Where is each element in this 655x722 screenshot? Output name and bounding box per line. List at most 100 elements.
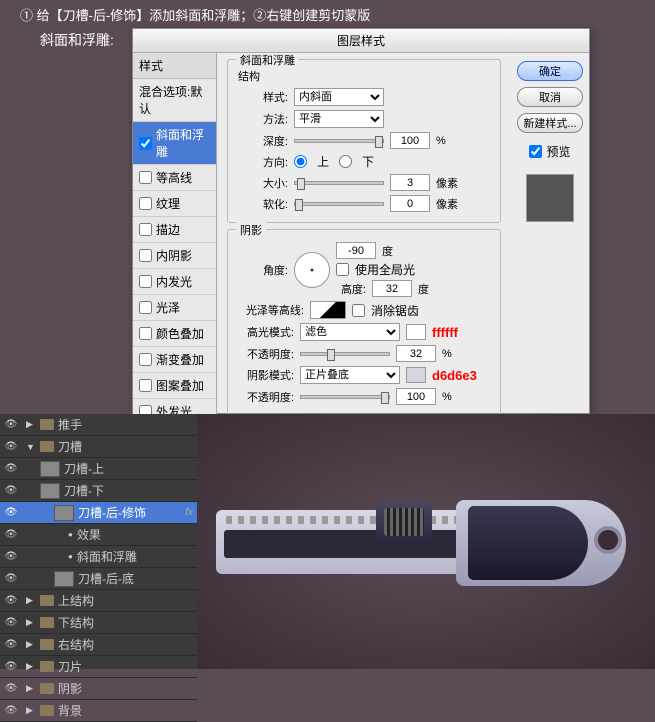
shadow-opacity-value[interactable] [396, 388, 436, 405]
new-style-button[interactable]: 新建样式... [517, 113, 583, 133]
depth-slider[interactable] [294, 139, 384, 143]
expand-icon[interactable]: ▶ [26, 595, 36, 606]
visibility-icon[interactable]: 👁 [4, 660, 18, 674]
shading-title: 阴影 [236, 222, 266, 238]
visibility-icon[interactable]: 👁 [4, 616, 18, 630]
soften-value[interactable] [390, 195, 430, 212]
bevel-checkbox[interactable] [139, 137, 152, 150]
angle-unit: 度 [382, 243, 393, 259]
visibility-icon[interactable]: 👁 [4, 528, 18, 542]
antialias-label: 消除锯齿 [371, 302, 419, 319]
layer-row[interactable]: 👁 ▶ 刀片 [0, 656, 197, 678]
layer-row[interactable]: 👁刀槽-上 [0, 458, 197, 480]
visibility-icon[interactable]: 👁 [4, 704, 18, 718]
ok-button[interactable]: 确定 [517, 61, 583, 81]
expand-icon[interactable]: ▶ [26, 683, 36, 694]
satin-item[interactable]: 光泽 [133, 295, 216, 321]
layers-panel: 👁▶推手👁▼刀槽👁刀槽-上👁刀槽-下👁刀槽-后-修饰fx👁●效果👁●斜面和浮雕👁… [0, 414, 197, 669]
expand-icon[interactable]: ▶ [26, 639, 36, 650]
method-select[interactable]: 平滑 [294, 110, 384, 128]
visibility-icon[interactable]: 👁 [4, 682, 18, 696]
layer-row[interactable]: 👁刀槽-后-修饰fx [0, 502, 197, 524]
texture-checkbox[interactable] [139, 197, 152, 210]
angle-label: 角度: [238, 262, 288, 278]
fx-badge[interactable]: fx [185, 507, 193, 518]
shadow-opacity-label: 不透明度: [238, 389, 294, 405]
style-select[interactable]: 内斜面 [294, 88, 384, 106]
altitude-label: 高度: [336, 281, 366, 297]
expand-icon[interactable]: ▶ [26, 419, 36, 430]
layer-row[interactable]: 👁▼刀槽 [0, 436, 197, 458]
highlight-opacity-value[interactable] [396, 345, 436, 362]
gloss-contour-picker[interactable] [310, 301, 346, 319]
gradient-overlay-item[interactable]: 渐变叠加 [133, 347, 216, 373]
layer-row[interactable]: 👁▶背景 [0, 700, 197, 722]
global-light-checkbox[interactable] [336, 263, 349, 276]
expand-icon[interactable]: ▶ [26, 617, 36, 628]
layer-row[interactable]: 👁 刀槽-后-底 [0, 568, 197, 590]
satin-checkbox[interactable] [139, 301, 152, 314]
color-overlay-checkbox[interactable] [139, 327, 152, 340]
visibility-icon[interactable]: 👁 [4, 550, 18, 564]
stroke-checkbox[interactable] [139, 223, 152, 236]
pattern-overlay-checkbox[interactable] [139, 379, 152, 392]
angle-value[interactable] [336, 242, 376, 259]
stroke-item[interactable]: 描边 [133, 217, 216, 243]
visibility-icon[interactable]: 👁 [4, 638, 18, 652]
layer-row[interactable]: 👁▶推手 [0, 414, 197, 436]
antialias-checkbox[interactable] [352, 304, 365, 317]
contour-item[interactable]: 等高线 [133, 165, 216, 191]
size-slider[interactable] [294, 181, 384, 185]
layer-name: 阴影 [58, 680, 82, 697]
shadow-opacity-unit: % [442, 391, 452, 403]
texture-item[interactable]: 纹理 [133, 191, 216, 217]
shadow-mode-select[interactable]: 正片叠底 [300, 366, 400, 384]
angle-dial[interactable] [294, 252, 330, 288]
effect-icon: ● [68, 530, 73, 539]
color-overlay-item[interactable]: 颜色叠加 [133, 321, 216, 347]
layer-name: 刀槽-后-底 [78, 570, 134, 587]
blend-options-item[interactable]: 混合选项:默认 [133, 79, 216, 122]
layer-name: 刀片 [58, 658, 82, 675]
visibility-icon[interactable]: 👁 [4, 506, 18, 520]
dir-up-radio[interactable] [294, 155, 307, 168]
inner-glow-checkbox[interactable] [139, 275, 152, 288]
visibility-icon[interactable]: 👁 [4, 572, 18, 586]
pattern-overlay-item[interactable]: 图案叠加 [133, 373, 216, 399]
visibility-icon[interactable]: 👁 [4, 440, 18, 454]
gradient-overlay-checkbox[interactable] [139, 353, 152, 366]
layer-row[interactable]: 👁●效果 [0, 524, 197, 546]
shadow-color-swatch[interactable] [406, 367, 426, 383]
highlight-color-swatch[interactable] [406, 324, 426, 340]
visibility-icon[interactable]: 👁 [4, 418, 18, 432]
layer-thumbnail [40, 461, 60, 477]
depth-value[interactable] [390, 132, 430, 149]
cancel-button[interactable]: 取消 [517, 87, 583, 107]
soften-unit: 像素 [436, 196, 458, 212]
highlight-mode-select[interactable]: 滤色 [300, 323, 400, 341]
expand-icon[interactable]: ▶ [26, 661, 36, 672]
altitude-value[interactable] [372, 280, 412, 297]
inner-glow-item[interactable]: 内发光 [133, 269, 216, 295]
highlight-opacity-slider[interactable] [300, 352, 390, 356]
inner-shadow-checkbox[interactable] [139, 249, 152, 262]
dir-down-radio[interactable] [339, 155, 352, 168]
layer-row[interactable]: 👁▶右结构 [0, 634, 197, 656]
layer-row[interactable]: 👁●斜面和浮雕 [0, 546, 197, 568]
bevel-item[interactable]: 斜面和浮雕 [133, 122, 216, 165]
visibility-icon[interactable]: 👁 [4, 462, 18, 476]
layer-row[interactable]: 👁刀槽-下 [0, 480, 197, 502]
inner-shadow-item[interactable]: 内阴影 [133, 243, 216, 269]
visibility-icon[interactable]: 👁 [4, 594, 18, 608]
visibility-icon[interactable]: 👁 [4, 484, 18, 498]
shadow-opacity-slider[interactable] [300, 395, 390, 399]
layer-row[interactable]: 👁▶下结构 [0, 612, 197, 634]
expand-icon[interactable]: ▼ [26, 442, 36, 452]
layer-row[interactable]: 👁▶上结构 [0, 590, 197, 612]
size-value[interactable] [390, 174, 430, 191]
contour-checkbox[interactable] [139, 171, 152, 184]
preview-checkbox[interactable] [529, 145, 542, 158]
layer-row[interactable]: 👁 ▶ 阴影 [0, 678, 197, 700]
expand-icon[interactable]: ▶ [26, 705, 36, 716]
soften-slider[interactable] [294, 202, 384, 206]
